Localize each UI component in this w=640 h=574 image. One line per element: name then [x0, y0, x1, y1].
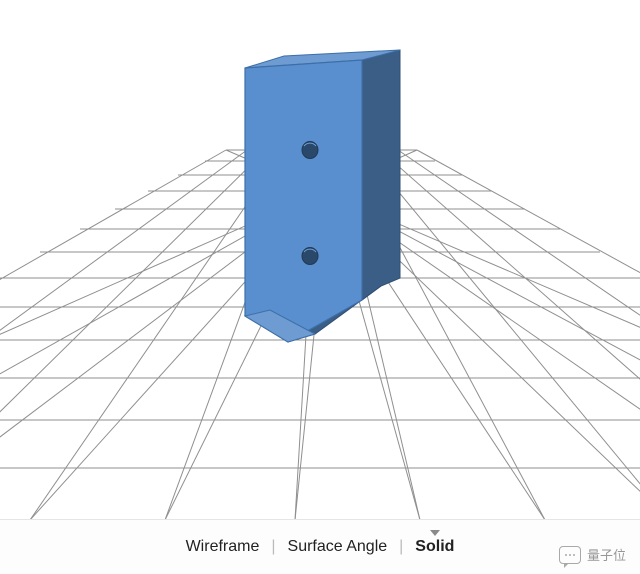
scene [0, 0, 640, 520]
view-mode-label: Solid [415, 538, 454, 555]
caret-down-icon [430, 530, 440, 536]
view-mode-wireframe[interactable]: Wireframe [184, 538, 262, 556]
view-mode-group: Wireframe | Surface Angle | Solid [184, 538, 457, 556]
viewport-3d[interactable] [0, 0, 640, 520]
divider: | [271, 538, 275, 556]
model-angle-bracket[interactable] [245, 50, 400, 342]
view-mode-toolbar: Wireframe | Surface Angle | Solid [0, 519, 640, 574]
view-mode-surface-angle[interactable]: Surface Angle [286, 538, 390, 556]
view-mode-solid[interactable]: Solid [413, 538, 456, 556]
divider: | [399, 538, 403, 556]
